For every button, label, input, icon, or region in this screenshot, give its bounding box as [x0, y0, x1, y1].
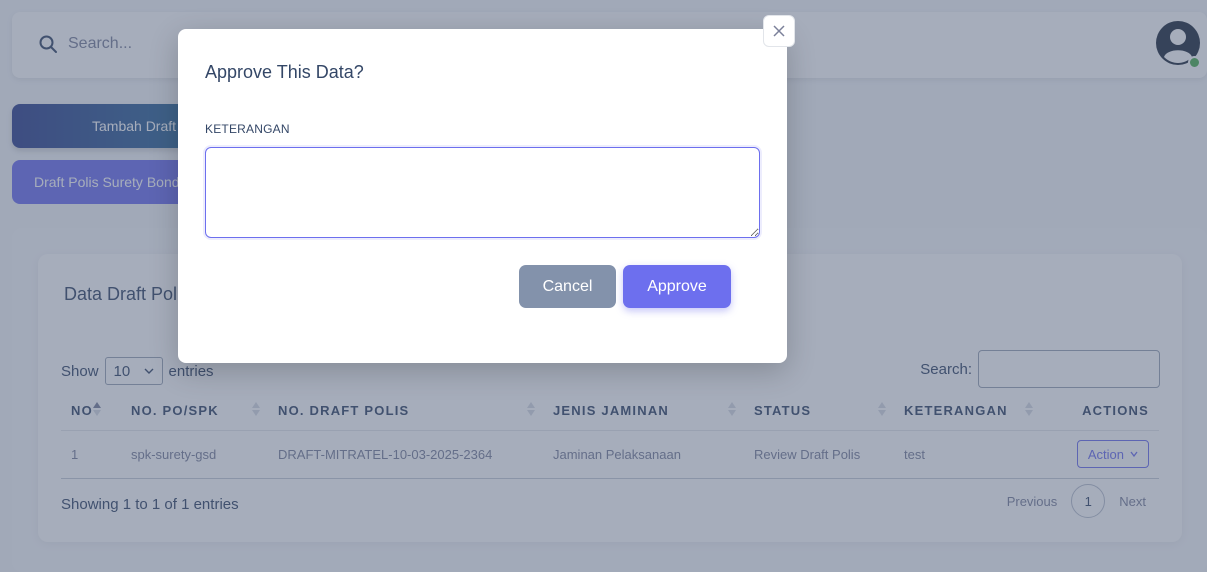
close-icon — [773, 25, 785, 37]
modal-close-button[interactable] — [763, 15, 795, 47]
keterangan-textarea[interactable] — [205, 147, 760, 238]
approve-button[interactable]: Approve — [623, 265, 731, 308]
cancel-button[interactable]: Cancel — [519, 265, 616, 308]
modal-title: Approve This Data? — [205, 62, 364, 82]
keterangan-label: KETERANGAN — [205, 122, 290, 136]
approve-modal: Approve This Data? KETERANGAN Cancel App… — [178, 29, 787, 363]
